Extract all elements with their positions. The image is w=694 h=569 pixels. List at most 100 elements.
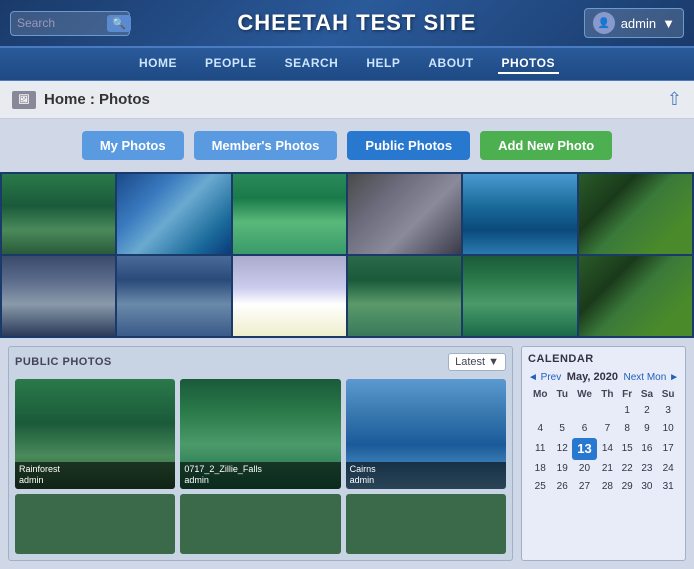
calendar-day[interactable]: 21 [597, 460, 618, 478]
calendar-title: CALENDAR [528, 353, 679, 365]
nav-about[interactable]: ABOUT [424, 54, 477, 74]
calendar-day [597, 402, 618, 420]
public-photo-4[interactable] [180, 494, 340, 554]
photo-title: 0717_2_Zillie_Falls [184, 464, 336, 476]
cal-header-tu: Tu [552, 387, 571, 402]
calendar-day[interactable]: 6 [572, 420, 597, 438]
calendar-day[interactable]: 4 [528, 420, 552, 438]
gallery-grid [0, 172, 694, 338]
search-bar[interactable]: 🔍 [10, 11, 130, 36]
calendar-day[interactable]: 10 [657, 420, 679, 438]
cal-header-su: Su [657, 387, 679, 402]
calendar-day[interactable]: 11 [528, 438, 552, 460]
calendar-day[interactable]: 17 [657, 438, 679, 460]
site-title: CHEETAH TEST SITE [237, 10, 476, 36]
cal-header-we: We [572, 387, 597, 402]
gallery-photo[interactable] [233, 256, 346, 336]
public-photo-0[interactable]: Rainforest admin [15, 379, 175, 489]
cal-header-sa: Sa [637, 387, 658, 402]
gallery-photo[interactable] [463, 174, 576, 254]
tab-public-photos[interactable]: Public Photos [347, 131, 470, 160]
calendar-day[interactable]: 9 [637, 420, 658, 438]
calendar-day[interactable]: 16 [637, 438, 658, 460]
nav-search[interactable]: SEARCH [281, 54, 343, 74]
gallery-photo[interactable] [2, 174, 115, 254]
photos-row-2 [15, 494, 506, 554]
sort-dropdown[interactable]: Latest ▼ [448, 353, 506, 371]
calendar-day[interactable]: 15 [618, 438, 637, 460]
breadcrumb-text: Home : Photos [44, 91, 150, 108]
nav-home[interactable]: HOME [135, 54, 181, 74]
nav-people[interactable]: PEOPLE [201, 54, 261, 74]
tab-my-photos[interactable]: My Photos [82, 131, 184, 160]
calendar-day[interactable]: 18 [528, 460, 552, 478]
calendar-day[interactable]: 23 [637, 460, 658, 478]
photo-author: admin [350, 475, 502, 487]
calendar-day[interactable]: 7 [597, 420, 618, 438]
calendar-day[interactable]: 19 [552, 460, 571, 478]
panel-header: PUBLIC PHOTOS Latest ▼ [15, 353, 506, 371]
calendar-day[interactable]: 31 [657, 478, 679, 496]
public-photo-5[interactable] [346, 494, 506, 554]
calendar-day[interactable]: 24 [657, 460, 679, 478]
panel-title: PUBLIC PHOTOS [15, 356, 112, 368]
search-input[interactable] [17, 16, 107, 30]
calendar-day[interactable]: 29 [618, 478, 637, 496]
calendar-day[interactable]: 1 [618, 402, 637, 420]
calendar-day[interactable]: 5 [552, 420, 571, 438]
calendar-day[interactable]: 13 [572, 438, 597, 460]
calendar-day[interactable]: 30 [637, 478, 658, 496]
breadcrumb-bar: 🖼 Home : Photos ⇧ [0, 81, 694, 119]
cal-header-mo: Mo [528, 387, 552, 402]
gallery-photo[interactable] [117, 174, 230, 254]
gallery-photo[interactable] [579, 256, 692, 336]
tabs-bar: My Photos Member's Photos Public Photos … [0, 119, 694, 172]
calendar-day[interactable]: 8 [618, 420, 637, 438]
gallery-photo[interactable] [233, 174, 346, 254]
gallery-photo[interactable] [2, 256, 115, 336]
calendar-day[interactable]: 2 [637, 402, 658, 420]
next-month-button[interactable]: Next Mon ► [624, 372, 679, 383]
main-nav: HOME PEOPLE SEARCH HELP ABOUT PHOTOS [0, 48, 694, 81]
prev-month-button[interactable]: ◄ Prev [528, 372, 561, 383]
photo-author: admin [184, 475, 336, 487]
share-icon[interactable]: ⇧ [667, 89, 682, 110]
tab-add-photo[interactable]: Add New Photo [480, 131, 612, 160]
gallery-photo[interactable] [579, 174, 692, 254]
tab-members-photos[interactable]: Member's Photos [194, 131, 338, 160]
calendar-day[interactable]: 3 [657, 402, 679, 420]
calendar-nav: ◄ Prev May, 2020 Next Mon ► [528, 371, 679, 383]
calendar-day[interactable]: 26 [552, 478, 571, 496]
photos-icon: 🖼 [12, 91, 36, 109]
photo-label: Cairns admin [346, 462, 506, 489]
calendar-day[interactable]: 28 [597, 478, 618, 496]
avatar: 👤 [593, 12, 615, 34]
public-photo-1[interactable]: 0717_2_Zillie_Falls admin [180, 379, 340, 489]
user-menu[interactable]: 👤 admin ▼ [584, 8, 684, 38]
photo-label: 0717_2_Zillie_Falls admin [180, 462, 340, 489]
chevron-down-icon: ▼ [662, 16, 675, 31]
photos-row-1: Rainforest admin 0717_2_Zillie_Falls adm… [15, 379, 506, 489]
gallery-photo[interactable] [463, 256, 576, 336]
username-label: admin [621, 16, 656, 31]
nav-help[interactable]: HELP [362, 54, 404, 74]
calendar-day[interactable]: 20 [572, 460, 597, 478]
calendar-month: May, 2020 [567, 371, 618, 383]
calendar-day[interactable]: 12 [552, 438, 571, 460]
calendar-day[interactable]: 22 [618, 460, 637, 478]
search-button[interactable]: 🔍 [107, 15, 131, 32]
gallery-photo[interactable] [348, 174, 461, 254]
gallery-photo[interactable] [348, 256, 461, 336]
calendar-day[interactable]: 25 [528, 478, 552, 496]
dropdown-arrow-icon: ▼ [488, 356, 499, 368]
cal-header-th: Th [597, 387, 618, 402]
calendar-day [552, 402, 571, 420]
calendar-day[interactable]: 27 [572, 478, 597, 496]
calendar-grid: Mo Tu We Th Fr Sa Su 1234567891011121314… [528, 387, 679, 496]
public-photo-2[interactable]: Cairns admin [346, 379, 506, 489]
calendar-panel: CALENDAR ◄ Prev May, 2020 Next Mon ► Mo … [521, 346, 686, 561]
gallery-photo[interactable] [117, 256, 230, 336]
calendar-day[interactable]: 14 [597, 438, 618, 460]
public-photo-3[interactable] [15, 494, 175, 554]
nav-photos[interactable]: PHOTOS [498, 54, 559, 74]
